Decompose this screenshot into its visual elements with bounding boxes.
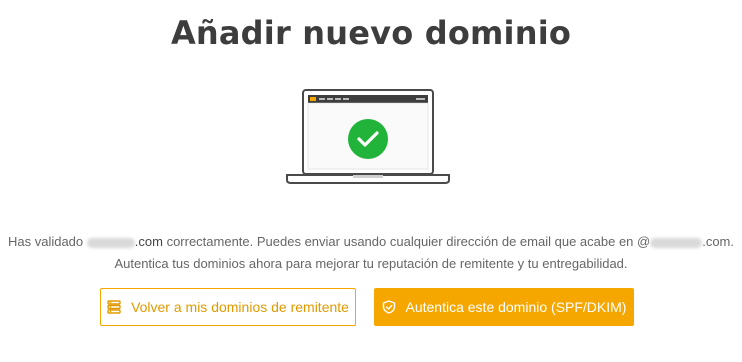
validation-text-start: Has validado (7, 234, 84, 249)
validation-text-middle: correctamente. Puedes enviar usando cual… (166, 234, 651, 249)
shield-check-icon (382, 300, 395, 314)
redacted-domain-2 (650, 237, 703, 248)
domain-tld: .com (134, 234, 163, 249)
validation-text-end: .com. (702, 234, 735, 249)
authenticate-hint: Autentica tus dominios ahora para mejora… (114, 256, 628, 271)
page-title: Añadir nuevo dominio (170, 14, 572, 52)
authenticate-domain-label: Autentica este dominio (SPF/DKIM) (405, 299, 627, 315)
authenticate-domain-button[interactable]: Autentica este dominio (SPF/DKIM) (374, 288, 634, 326)
back-to-domains-button[interactable]: Volver a mis dominios de remitente (100, 288, 356, 326)
check-icon (348, 119, 388, 159)
back-to-domains-label: Volver a mis dominios de remitente (131, 299, 349, 315)
laptop-illustration (286, 89, 450, 184)
validation-message: Has validado .com correctamente. Puedes … (0, 234, 742, 249)
redacted-domain (86, 237, 135, 248)
server-list-icon (107, 300, 121, 314)
